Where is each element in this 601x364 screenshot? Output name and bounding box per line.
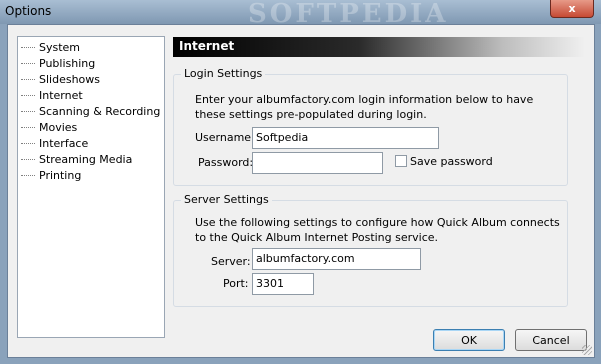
tree-item-label: Scanning & Recording: [39, 105, 161, 118]
server-label: Server:: [211, 255, 251, 268]
tree-item-interface[interactable]: Interface: [21, 136, 88, 151]
tree-connector: [21, 62, 35, 65]
server-settings-group: Server Settings Use the following settin…: [173, 193, 568, 307]
tree-item-label: System: [39, 41, 81, 54]
dialog-body: System Publishing Slideshows Internet Sc…: [7, 24, 595, 358]
login-description: Enter your albumfactory.com login inform…: [195, 93, 534, 121]
tree-item-movies[interactable]: Movies: [21, 120, 77, 135]
tree-item-label: Interface: [39, 137, 89, 150]
tree-connector: [21, 158, 35, 161]
tree-item-streaming-media[interactable]: Streaming Media: [21, 152, 132, 167]
save-password-label[interactable]: Save password: [410, 154, 493, 169]
tree-item-label: Publishing: [39, 57, 96, 70]
tree-item-printing[interactable]: Printing: [21, 168, 81, 183]
options-tree[interactable]: System Publishing Slideshows Internet Sc…: [17, 36, 165, 338]
tree-item-slideshows[interactable]: Slideshows: [21, 72, 100, 87]
tree-connector: [21, 110, 35, 113]
tree-item-label: Streaming Media: [39, 153, 133, 166]
port-label: Port:: [223, 277, 249, 290]
password-label: Password:: [198, 156, 254, 169]
username-label: Username:: [195, 131, 255, 144]
options-window: Options SOFTPEDIA x System Publishing Sl…: [0, 0, 601, 364]
login-settings-title: Login Settings: [181, 67, 266, 80]
tree-connector: [21, 78, 35, 81]
tree-item-system[interactable]: System: [21, 40, 80, 55]
tree-item-internet[interactable]: Internet: [21, 88, 83, 103]
tree-item-label: Internet: [39, 89, 83, 102]
close-button[interactable]: x: [550, 0, 594, 18]
login-settings-group: Login Settings Enter your albumfactory.c…: [173, 67, 568, 186]
tree-item-scanning-recording[interactable]: Scanning & Recording: [21, 104, 160, 119]
port-field[interactable]: 3301: [252, 273, 314, 295]
server-field[interactable]: albumfactory.com: [252, 248, 421, 270]
tree-connector: [21, 94, 35, 97]
password-field[interactable]: [252, 152, 383, 174]
tree-item-label: Printing: [39, 169, 82, 182]
tree-connector: [21, 174, 35, 177]
window-title: Options: [5, 4, 52, 18]
save-password-checkbox[interactable]: [395, 155, 407, 167]
tree-item-publishing[interactable]: Publishing: [21, 56, 95, 71]
tree-connector: [21, 142, 35, 145]
section-header: Internet: [173, 37, 585, 57]
close-icon: x: [568, 2, 576, 15]
server-settings-title: Server Settings: [181, 193, 272, 206]
tree-connector: [21, 46, 35, 49]
tree-item-label: Slideshows: [39, 73, 101, 86]
server-description: Use the following settings to configure …: [195, 216, 560, 244]
section-header-title: Internet: [179, 39, 235, 53]
title-bar[interactable]: Options SOFTPEDIA x: [0, 0, 601, 29]
username-field[interactable]: Softpedia: [252, 127, 439, 149]
tree-connector: [21, 126, 35, 129]
ok-button[interactable]: OK: [433, 329, 505, 351]
resize-grip[interactable]: [582, 345, 592, 355]
cancel-button[interactable]: Cancel: [515, 329, 587, 351]
tree-item-label: Movies: [39, 121, 78, 134]
